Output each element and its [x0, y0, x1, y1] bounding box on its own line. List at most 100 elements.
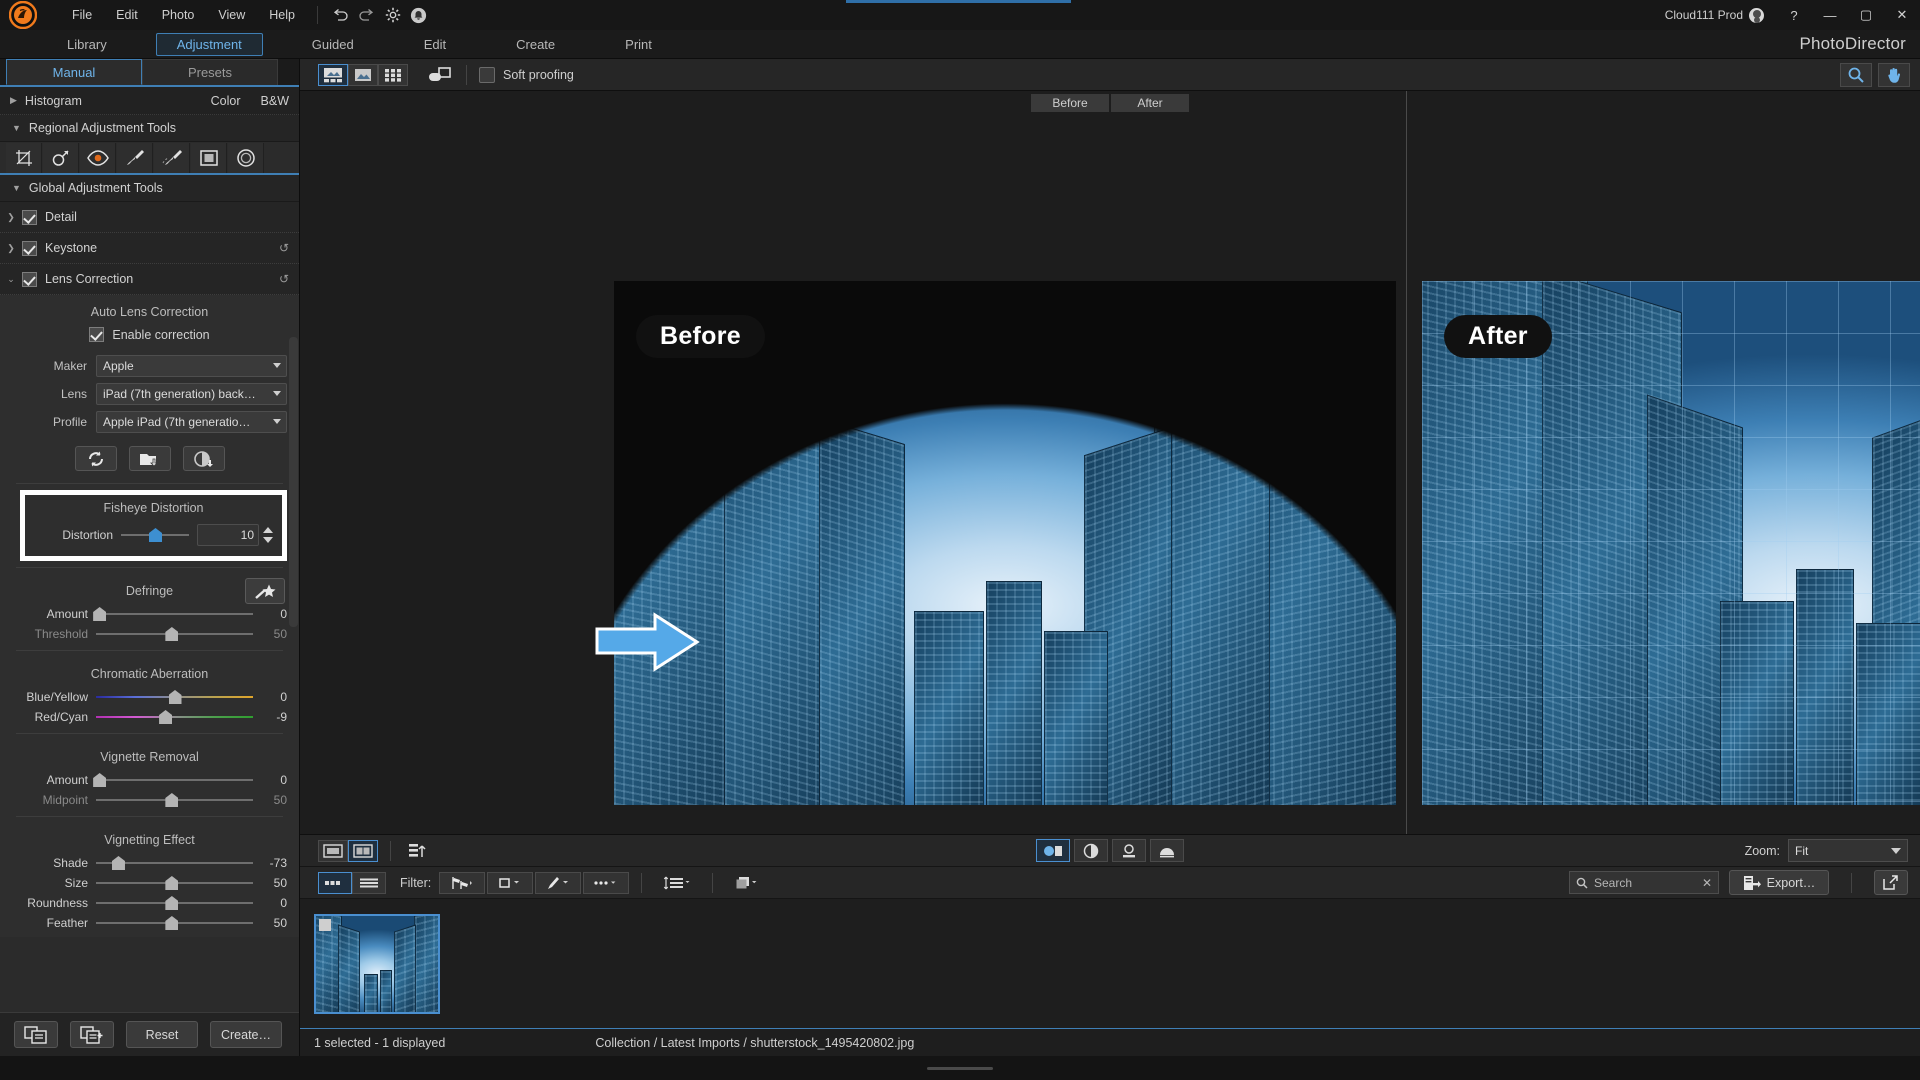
module-tab-print[interactable]: Print [604, 33, 673, 56]
maker-select[interactable]: Apple [96, 355, 287, 377]
thumbnail-grid-icon[interactable] [318, 872, 352, 894]
after-photo[interactable] [1422, 281, 1920, 805]
feather-track[interactable] [96, 916, 253, 930]
lens-correction-reset-icon[interactable]: ↺ [279, 272, 289, 286]
search-input[interactable]: Search ✕ [1569, 871, 1719, 894]
zoom-select[interactable]: Fit [1788, 839, 1908, 862]
gradient-mask-icon[interactable] [43, 143, 79, 173]
filter-button-group[interactable] [439, 872, 629, 894]
export-button[interactable]: Export… [1729, 870, 1829, 895]
crop-rotate-icon[interactable] [6, 143, 42, 173]
stack-icon[interactable] [725, 872, 771, 894]
histogram-bw-toggle[interactable]: B&W [251, 94, 299, 108]
vignette-removal-amount-row[interactable]: Amount 0 [0, 770, 299, 790]
profile-action-buttons[interactable] [0, 436, 299, 477]
minimize-icon[interactable]: — [1812, 0, 1848, 30]
histogram-color-toggle[interactable]: Color [211, 94, 251, 108]
menu-item-photo[interactable]: Photo [150, 4, 207, 26]
size-knob[interactable] [165, 876, 178, 890]
defringe-threshold-row[interactable]: Threshold 50 [0, 624, 299, 644]
profile-field-row[interactable]: Profile Apple iPad (7th generatio… [0, 408, 299, 436]
menu-item-view[interactable]: View [206, 4, 257, 26]
paste-adjustments-icon[interactable] [70, 1021, 114, 1048]
enable-correction-checkbox[interactable] [89, 327, 104, 342]
menu-bar[interactable]: File Edit Photo View Help [60, 4, 432, 26]
undo-icon[interactable] [328, 4, 354, 26]
filmstrip-view-buttons[interactable] [318, 872, 386, 894]
keystone-checkbox[interactable] [22, 241, 37, 256]
module-tab-adjustment[interactable]: Adjustment [156, 33, 263, 56]
maximize-icon[interactable]: ▢ [1848, 0, 1884, 30]
adjustment-brush-icon[interactable] [117, 143, 153, 173]
reset-button[interactable]: Reset [126, 1021, 198, 1048]
before-photo[interactable] [614, 281, 1396, 805]
redo-icon[interactable] [354, 4, 380, 26]
lens-select[interactable]: iPad (7th generation) back… [96, 383, 287, 405]
global-item-keystone[interactable]: ❯ Keystone ↺ [0, 233, 299, 264]
keystone-reset-icon[interactable]: ↺ [279, 241, 289, 255]
compare-tab-before[interactable]: Before [1031, 94, 1109, 112]
before-after-tab-group[interactable]: Before After [300, 94, 1920, 112]
zoom-tool-icon[interactable] [1840, 63, 1872, 87]
rating-filter-icon[interactable] [487, 872, 533, 894]
download-profile-icon[interactable] [183, 446, 225, 471]
before-photo-wrapper[interactable]: Before [614, 281, 1396, 805]
photo-only-icon[interactable] [348, 64, 378, 86]
regional-tools-row[interactable] [0, 142, 299, 175]
red-cyan-row[interactable]: Red/Cyan -9 [0, 707, 299, 727]
shade-row[interactable]: Shade -73 [0, 853, 299, 873]
distortion-slider-row[interactable]: Distortion 10 [25, 521, 282, 549]
help-icon[interactable]: ? [1776, 0, 1812, 30]
menu-item-help[interactable]: Help [257, 4, 307, 26]
defringe-amount-row[interactable]: Amount 0 [0, 604, 299, 624]
resize-handle[interactable] [927, 1067, 993, 1070]
size-track[interactable] [96, 876, 253, 890]
settings-gear-icon[interactable] [380, 4, 406, 26]
filter-bar-right[interactable]: Search ✕ Export… [1569, 870, 1908, 895]
distortion-stepper[interactable] [261, 527, 274, 543]
image-canvas[interactable]: Before After Before [300, 91, 1920, 834]
clear-search-icon[interactable]: ✕ [1702, 876, 1712, 890]
list-view-icon[interactable] [352, 872, 386, 894]
flag-icon[interactable] [319, 919, 331, 931]
blue-yellow-row[interactable]: Blue/Yellow 0 [0, 687, 299, 707]
feather-knob[interactable] [165, 916, 178, 930]
edit-filter-icon[interactable] [535, 872, 581, 894]
filmstrip[interactable] [300, 898, 1920, 1028]
split-compare-icon[interactable] [1074, 839, 1108, 862]
red-cyan-track[interactable] [96, 710, 253, 724]
shade-track[interactable] [96, 856, 253, 870]
vignette-removal-amount-knob[interactable] [93, 773, 106, 787]
red-cyan-knob[interactable] [159, 710, 172, 724]
menu-item-edit[interactable]: Edit [104, 4, 150, 26]
size-row[interactable]: Size 50 [0, 873, 299, 893]
compare-tab-after[interactable]: After [1111, 94, 1189, 112]
vignette-removal-midpoint-row[interactable]: Midpoint 50 [0, 790, 299, 810]
open-external-icon[interactable] [1874, 870, 1908, 895]
menu-item-file[interactable]: File [60, 4, 104, 26]
soft-proofing-group[interactable]: Soft proofing [479, 67, 574, 83]
compare-split-line[interactable] [1406, 91, 1407, 834]
grid-view-icon[interactable] [378, 64, 408, 86]
before-after-toggle-icon[interactable] [1036, 839, 1070, 862]
smart-brush-icon[interactable] [154, 143, 190, 173]
stepper-up-icon[interactable] [263, 527, 273, 533]
detail-checkbox[interactable] [22, 210, 37, 225]
defringe-threshold-knob[interactable] [165, 627, 178, 641]
open-profile-folder-icon[interactable] [129, 446, 171, 471]
ellipse-mask-icon[interactable] [228, 143, 264, 173]
notification-bell-icon[interactable] [406, 4, 432, 26]
lens-correction-checkbox[interactable] [22, 272, 37, 287]
clipping-highlight-icon[interactable] [1150, 839, 1184, 862]
panel-tabs[interactable]: Manual Presets [0, 59, 299, 85]
tab-presets[interactable]: Presets [142, 59, 278, 85]
soft-proofing-checkbox[interactable] [479, 67, 495, 83]
photo-with-filmstrip-icon[interactable] [318, 64, 348, 86]
module-tab-create[interactable]: Create [495, 33, 576, 56]
red-eye-icon[interactable] [80, 143, 116, 173]
distortion-slider-knob[interactable] [149, 528, 162, 542]
distortion-slider-track[interactable] [121, 528, 189, 542]
shade-knob[interactable] [112, 856, 125, 870]
roundness-row[interactable]: Roundness 0 [0, 893, 299, 913]
hand-pan-tool-icon[interactable] [1878, 63, 1910, 87]
